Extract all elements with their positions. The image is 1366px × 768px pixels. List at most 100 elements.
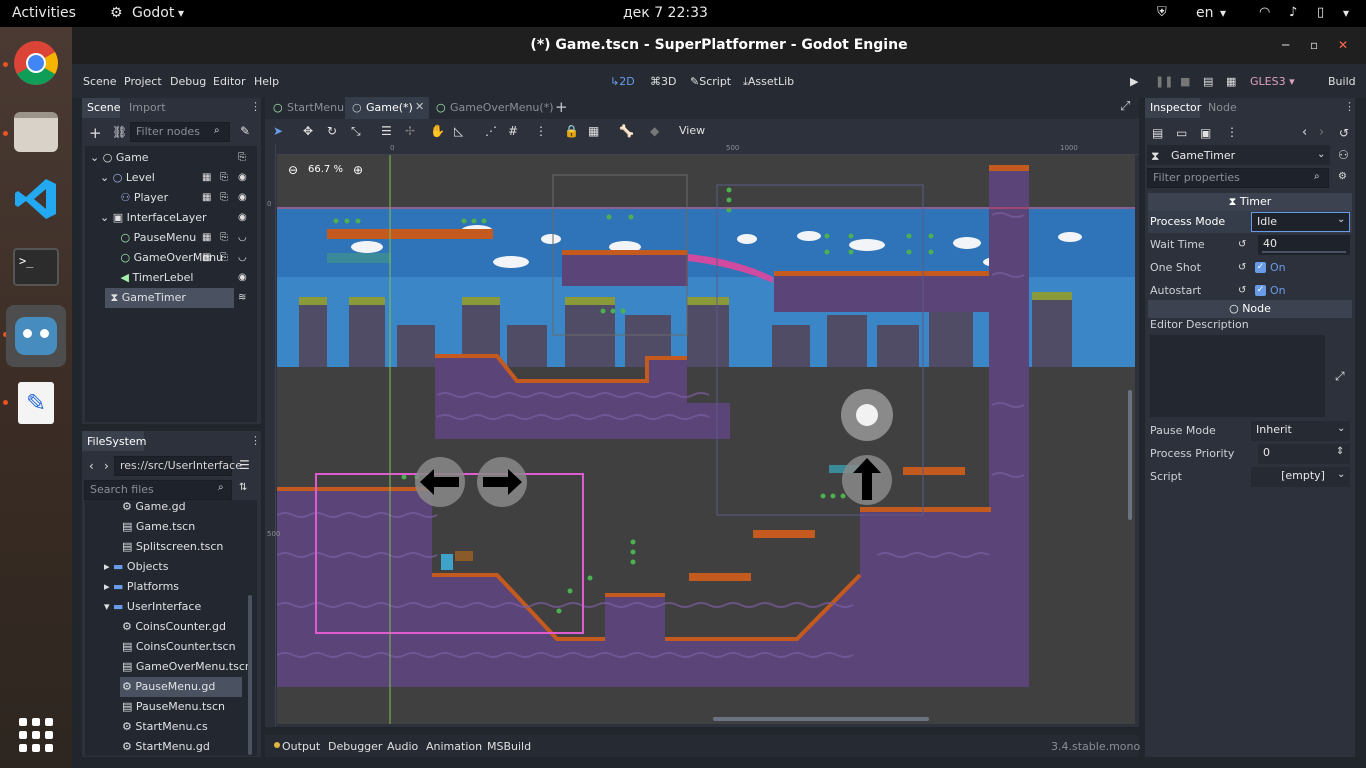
history-forward-icon[interactable]: › (1319, 125, 1324, 140)
text-editor-icon[interactable]: ✎ (8, 375, 64, 431)
move-tool-icon[interactable]: ✥ (303, 124, 313, 138)
fs-scrollbar[interactable] (248, 595, 252, 755)
zoom-out-icon[interactable]: ⊖ (288, 163, 298, 177)
scene-tab-game[interactable]: Game(*) (366, 101, 413, 114)
group-icon[interactable]: ▦ (588, 124, 599, 138)
dock-menu-icon[interactable]: ⋮ (250, 100, 261, 113)
tab-debugger[interactable]: Debugger (328, 740, 382, 753)
folder-item[interactable]: ▸ ▬ Objects (104, 557, 168, 577)
shield-icon[interactable]: ⛨ (1157, 5, 1167, 20)
script-icon[interactable]: ⎘ (220, 252, 228, 263)
wait-time-slider[interactable] (1262, 251, 1346, 253)
ruler-tool-icon[interactable]: ◺ (454, 124, 463, 138)
menu-help[interactable]: Help (254, 75, 279, 88)
distraction-free-icon[interactable]: ⤢ (1120, 99, 1130, 114)
signal-icon[interactable]: ≋ (238, 292, 246, 303)
zoom-in-icon[interactable]: ⊕ (353, 163, 363, 177)
clock[interactable]: дек 7 22:33 (623, 5, 708, 21)
app-menu-chevron-icon[interactable]: ▾ (178, 6, 184, 20)
select-tool-icon[interactable]: ➤ (273, 124, 283, 138)
open-resource-icon[interactable]: ▭ (1176, 126, 1187, 140)
visibility-icon[interactable]: ◉ (238, 272, 247, 283)
visibility-hidden-icon[interactable]: ◡ (238, 232, 247, 243)
h-scrollbar[interactable] (713, 717, 929, 721)
scene-node-game[interactable]: ⌄ ○ Game (90, 148, 149, 168)
spin-arrows-icon[interactable]: ⇕ (1336, 446, 1344, 457)
tab-node[interactable]: Node (1208, 101, 1237, 114)
visibility-hidden-icon[interactable]: ◡ (238, 252, 247, 263)
skeleton-icon[interactable]: 🦴 (619, 124, 634, 138)
one-shot-checkbox[interactable]: ✓ (1255, 262, 1266, 273)
file-item[interactable]: ⚙ PauseMenu.gd (122, 677, 215, 697)
scene-icon[interactable]: ▦ (202, 232, 211, 243)
process-mode-select[interactable]: Idle (1251, 212, 1350, 232)
terminal-icon[interactable]: >_ (8, 239, 64, 295)
section-timer[interactable]: ⧗ Timer (1148, 193, 1352, 211)
expand-arrow-icon[interactable]: ▸ (104, 580, 113, 593)
attach-script-icon[interactable]: ✎ (240, 124, 250, 138)
stop-icon[interactable]: ■ (1180, 75, 1190, 88)
pan-tool-icon[interactable]: ✋ (430, 124, 445, 138)
tab-audio[interactable]: Audio (387, 740, 418, 753)
tab-msbuild[interactable]: MSBuild (487, 740, 531, 753)
add-node-icon[interactable]: + (89, 124, 102, 142)
smart-snap-icon[interactable]: ⋰ (485, 124, 497, 138)
file-item[interactable]: ⚙ StartMenu.cs (122, 717, 208, 737)
sort-icon[interactable]: ⇅ (239, 482, 247, 493)
history-icon[interactable]: ↺ (1339, 126, 1349, 140)
file-item[interactable]: ⚙ Game.gd (122, 497, 186, 517)
tab-scene[interactable]: Scene (87, 101, 121, 114)
battery-icon[interactable]: ▯ (1317, 5, 1324, 20)
volume-icon[interactable]: ♪ (1289, 5, 1297, 20)
folder-item[interactable]: ▸ ▬ Platforms (104, 577, 179, 597)
play-custom-scene-icon[interactable]: ▦ (1226, 75, 1236, 88)
menu-project[interactable]: Project (124, 75, 162, 88)
vscode-icon[interactable] (8, 171, 64, 227)
scene-node-timerlebel[interactable]: ◀ TimerLebel (110, 268, 194, 288)
activities-button[interactable]: Activities (12, 5, 76, 21)
scene-node-player[interactable]: ⚇ Player (110, 188, 169, 208)
new-tab-icon[interactable]: + (555, 98, 568, 116)
app-grid-icon[interactable] (8, 707, 64, 763)
resource-menu-icon[interactable]: ⋮ (1226, 125, 1238, 139)
expand-arrow-icon[interactable]: ▸ (104, 560, 113, 573)
split-mode-icon[interactable]: ☰ (239, 458, 250, 472)
back-icon[interactable]: ‹ (89, 459, 94, 473)
visibility-icon[interactable]: ◉ (238, 212, 247, 223)
scene-icon[interactable]: ▦ (202, 252, 211, 263)
zoom-level[interactable]: 66.7 % (308, 164, 343, 175)
script-resource-picker[interactable]: [empty] (1251, 467, 1350, 487)
file-item[interactable]: ▤ Game.tscn (122, 517, 195, 537)
tab-filesystem[interactable]: FileSystem (87, 435, 146, 448)
renderer-select[interactable]: GLES3 ▾ (1250, 75, 1295, 88)
new-resource-icon[interactable]: ▤ (1152, 126, 1163, 140)
property-settings-icon[interactable]: ⚙ (1338, 171, 1347, 182)
language-indicator[interactable]: en (1196, 5, 1214, 21)
scene-icon[interactable]: ▦ (202, 192, 211, 203)
collapse-arrow-icon[interactable]: ⌄ (90, 151, 103, 164)
godot-icon[interactable] (6, 305, 66, 367)
close-tab-icon[interactable]: ✕ (415, 100, 424, 113)
revert-icon[interactable]: ↺ (1238, 262, 1246, 273)
snap-options-icon[interactable]: ⋮ (535, 124, 547, 138)
folder-item[interactable]: ▾ ▬ UserInterface (104, 597, 201, 617)
files-icon[interactable] (8, 104, 64, 160)
workspace-assetlib-button[interactable]: ⤓AssetLib (743, 75, 794, 89)
chevron-down-icon[interactable]: ⌄ (1317, 149, 1325, 160)
grid-snap-icon[interactable]: # (508, 124, 518, 138)
collapse-arrow-icon[interactable]: ⌄ (100, 171, 113, 184)
collapse-arrow-icon[interactable]: ⌄ (100, 211, 113, 224)
file-item[interactable]: ▤ CoinsCounter.tscn (122, 637, 236, 657)
rotate-tool-icon[interactable]: ↻ (327, 124, 337, 138)
chrome-icon[interactable] (8, 35, 64, 91)
scene-tab-gameovermenu[interactable]: GameOverMenu(*) (450, 101, 554, 114)
menu-scene[interactable]: Scene (83, 75, 117, 88)
file-item[interactable]: ⚙ CoinsCounter.gd (122, 617, 226, 637)
scene-node-level[interactable]: ⌄ ○ Level (100, 168, 155, 188)
visibility-icon[interactable]: ◉ (238, 192, 247, 203)
inspector-menu-icon[interactable]: ⋮ (1344, 100, 1355, 113)
history-back-icon[interactable]: ‹ (1302, 125, 1307, 140)
maximize-icon[interactable]: ▫ (1310, 27, 1318, 64)
scene-icon[interactable]: ▦ (202, 172, 211, 183)
file-item[interactable]: ▤ GameOverMenu.tscn (122, 657, 252, 677)
